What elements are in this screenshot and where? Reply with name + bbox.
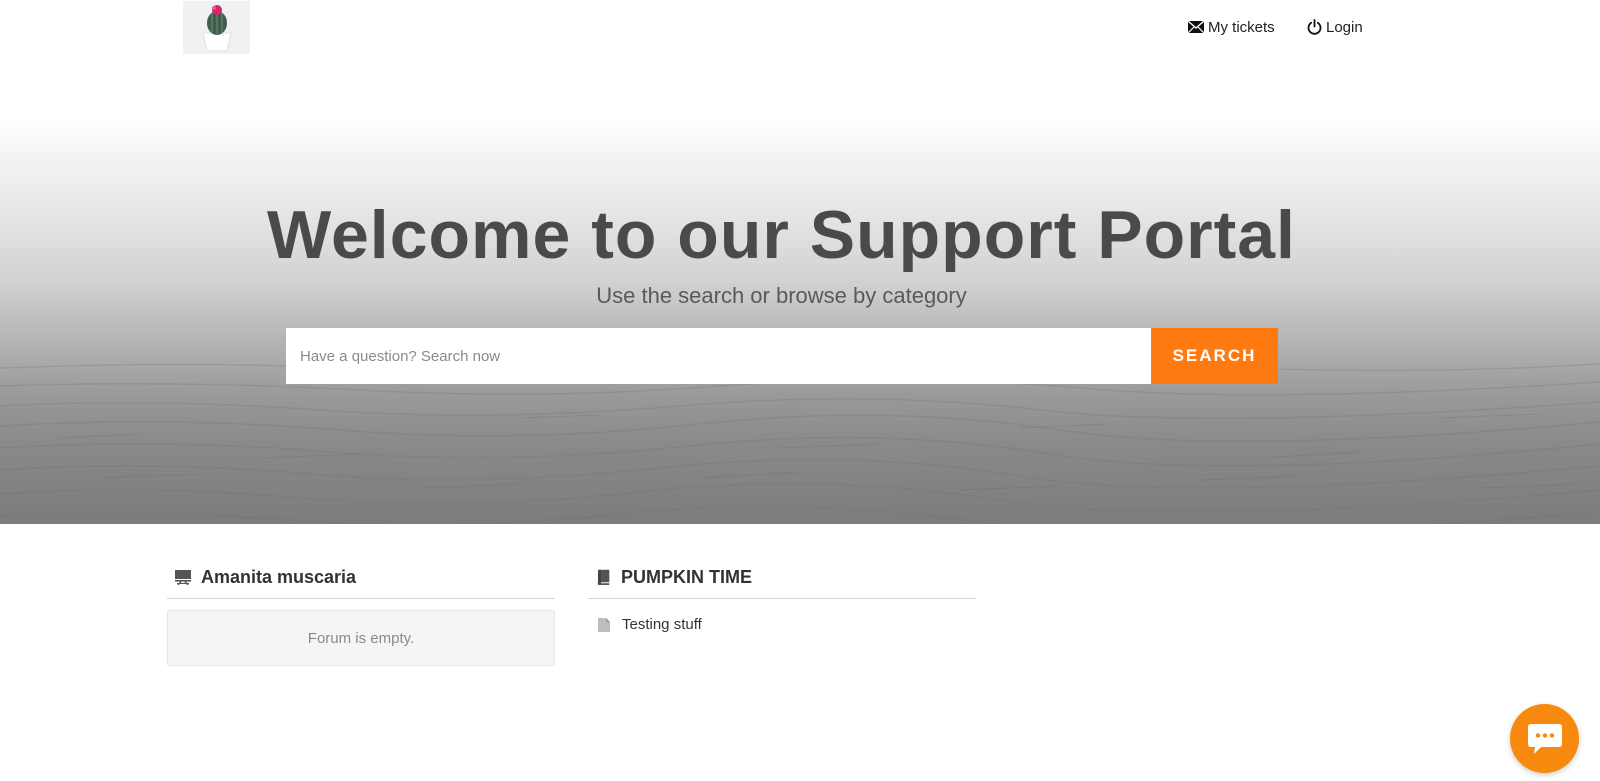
forum-icon xyxy=(175,570,191,585)
cactus-logo-icon xyxy=(183,1,250,54)
hero-title: Welcome to our Support Portal xyxy=(267,197,1296,273)
hero-subtitle: Use the search or browse by category xyxy=(596,283,967,308)
hero-banner: Welcome to our Support Portal Use the se… xyxy=(0,118,1600,524)
category-title[interactable]: PUMPKIN TIME xyxy=(621,567,752,588)
category-amanita-muscaria: Amanita muscaria Forum is empty. xyxy=(167,556,555,666)
category-title[interactable]: Amanita muscaria xyxy=(201,567,356,588)
category-header: PUMPKIN TIME xyxy=(588,556,976,599)
chat-launcher-button[interactable] xyxy=(1510,704,1579,773)
book-icon xyxy=(597,569,610,585)
my-tickets-label: My tickets xyxy=(1208,18,1275,36)
search-button[interactable]: SEARCH xyxy=(1151,328,1278,384)
site-header: My tickets Login xyxy=(0,0,1600,60)
my-tickets-link[interactable]: My tickets xyxy=(1188,16,1275,38)
power-icon xyxy=(1307,19,1322,35)
category-header: Amanita muscaria xyxy=(167,556,555,599)
chat-bubble-icon xyxy=(1527,723,1562,754)
category-pumpkin-time: PUMPKIN TIME Testing stuff xyxy=(588,556,976,633)
article-title[interactable]: Testing stuff xyxy=(622,616,702,633)
login-link[interactable]: Login xyxy=(1307,16,1363,38)
article-link[interactable]: Testing stuff xyxy=(588,616,976,633)
forum-empty-message: Forum is empty. xyxy=(167,610,555,666)
login-label: Login xyxy=(1326,18,1363,36)
document-icon xyxy=(598,617,610,632)
sea-background xyxy=(0,360,1600,524)
search-input[interactable] xyxy=(286,328,1152,384)
envelope-icon xyxy=(1188,20,1204,34)
site-logo[interactable] xyxy=(183,1,250,54)
